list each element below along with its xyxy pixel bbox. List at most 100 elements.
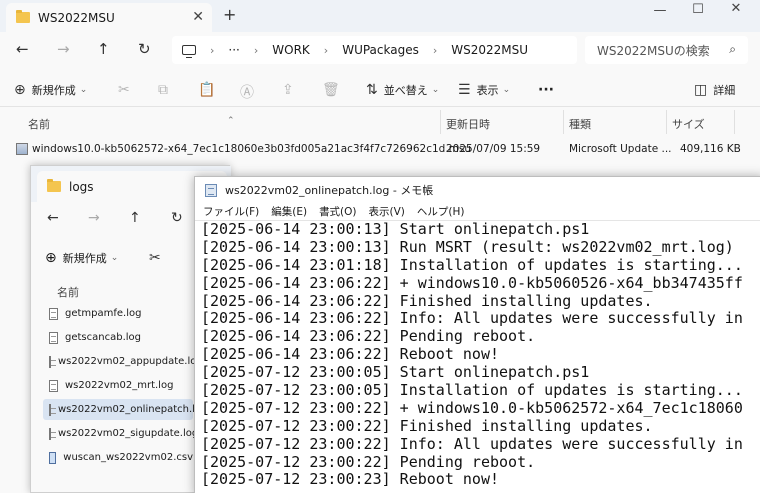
refresh-icon[interactable]: ↻ — [138, 40, 151, 58]
new-button[interactable]: ⊕ 新規作成 ⌄ — [14, 82, 87, 98]
log-line: [2025-06-14 23:06:22] Pending reboot. — [201, 327, 536, 346]
new-button-label: 新規作成 — [31, 84, 76, 97]
cut-icon: ✂ — [149, 250, 161, 266]
log-line: [2025-07-12 23:00:22] Finished installin… — [201, 416, 653, 435]
menu-file[interactable]: ファイル(F) — [203, 204, 259, 219]
list-item[interactable]: ws2022vm02_sigupdate.log — [43, 423, 198, 444]
forward-icon[interactable]: → — [57, 40, 70, 58]
more-button[interactable]: ··· — [538, 82, 554, 98]
up-icon[interactable]: ↑ — [129, 210, 141, 226]
breadcrumb-more[interactable]: ··· — [228, 43, 239, 57]
new-tab-icon[interactable]: + — [223, 5, 236, 24]
list-item-label: getscancab.log — [65, 332, 141, 343]
list-item-label: ws2022vm02_onlinepatch.log — [58, 404, 208, 415]
tab-close-icon[interactable]: ✕ — [192, 9, 204, 25]
cut-button[interactable]: ✂ — [118, 82, 136, 98]
column-name[interactable]: 名前 — [28, 116, 50, 132]
list-item[interactable]: getscancab.log — [43, 327, 193, 348]
view-button[interactable]: ☰ 表示 ⌄ — [458, 82, 510, 98]
column-divider[interactable] — [563, 110, 564, 134]
sort-button[interactable]: ⇅ 並べ替え ⌄ — [366, 82, 439, 98]
log-line: [2025-06-14 23:01:18] Installation of up… — [201, 255, 743, 274]
list-item-label: ws2022vm02_mrt.log — [65, 380, 174, 391]
search-input[interactable]: WS2022MSUの検索 ⌕ — [585, 36, 748, 64]
share-icon: ⇪ — [282, 82, 294, 98]
menu-format[interactable]: 書式(O) — [319, 204, 356, 219]
details-button[interactable]: ◫ 詳細 — [694, 82, 735, 98]
column-divider[interactable] — [734, 110, 735, 134]
rename-button[interactable]: Ⓐ — [240, 82, 260, 102]
column-divider[interactable] — [666, 110, 667, 134]
minimize-icon[interactable]: — — [640, 3, 680, 19]
back-icon[interactable]: ← — [47, 210, 59, 226]
notepad-text-area[interactable]: [2025-06-14 23:00:13] Start onlinepatch.… — [201, 221, 760, 493]
column-type[interactable]: 種類 — [569, 116, 591, 132]
logs-new-button[interactable]: ⊕ 新規作成 ⌄ — [45, 250, 118, 266]
breadcrumb-ws2022msu[interactable]: WS2022MSU — [451, 43, 528, 57]
log-line: [2025-06-14 23:00:13] Start onlinepatch.… — [201, 221, 590, 238]
column-date[interactable]: 更新日時 — [446, 116, 490, 132]
copy-button[interactable]: ⧉ — [158, 82, 174, 98]
more-button-label: ··· — [538, 82, 554, 98]
trash-icon: 🗑 — [322, 82, 340, 98]
column-header: ⌃ 名前 更新日時 種類 サイズ — [0, 110, 760, 134]
notepad-titlebar[interactable]: ws2022vm02_onlinepatch.log - メモ帳 — [195, 177, 760, 203]
breadcrumb-work[interactable]: WORK — [272, 43, 310, 57]
logs-cut-button[interactable]: ✂ — [149, 250, 161, 266]
folder-icon — [16, 10, 30, 23]
list-item[interactable]: ws2022vm02_appupdate.log — [43, 351, 203, 372]
list-item-label: wuscan_ws2022vm02.csv — [63, 452, 193, 463]
log-line: [2025-06-14 23:06:22] Reboot now! — [201, 345, 500, 364]
plus-circle-icon: ⊕ — [14, 82, 26, 98]
log-file-icon — [49, 355, 56, 368]
msu-file-icon — [16, 143, 28, 155]
view-list-icon: ☰ — [458, 82, 471, 98]
maximize-icon[interactable]: ☐ — [678, 2, 718, 18]
list-item[interactable]: ws2022vm02_onlinepatch.log — [43, 399, 207, 420]
csv-file-icon — [49, 451, 57, 464]
log-file-icon — [49, 331, 58, 344]
sort-button-label: 並べ替え — [383, 84, 428, 97]
address-row: ← → ↑ ↻ › ··· › WORK › WUPackages › WS20… — [0, 32, 760, 68]
log-file-icon — [49, 427, 56, 440]
menu-help[interactable]: ヘルプ(H) — [417, 204, 465, 219]
chevron-down-icon: ⌄ — [431, 85, 440, 95]
logs-new-label: 新規作成 — [62, 252, 107, 265]
list-item[interactable]: ws2022vm02_mrt.log — [43, 375, 193, 396]
log-line: [2025-06-14 23:00:13] Run MSRT (result: … — [201, 237, 734, 256]
log-line: [2025-06-14 23:06:22] Finished installin… — [201, 291, 653, 310]
close-window-icon[interactable]: ✕ — [716, 1, 756, 17]
column-size[interactable]: サイズ — [672, 116, 705, 132]
list-item[interactable]: getmpamfe.log — [43, 303, 193, 324]
log-file-icon — [49, 379, 58, 392]
breadcrumb-wupackages[interactable]: WUPackages — [342, 43, 419, 57]
log-line: [2025-07-12 23:00:05] Start onlinepatch.… — [201, 363, 590, 382]
table-row[interactable]: windows10.0-kb5062572-x64_7ec1c18060e3b0… — [12, 138, 746, 160]
share-button[interactable]: ⇪ — [282, 82, 300, 98]
delete-button[interactable]: 🗑 — [322, 82, 346, 98]
chevron-right-icon: › — [253, 43, 259, 57]
menu-edit[interactable]: 編集(E) — [271, 204, 307, 219]
column-divider[interactable] — [440, 110, 441, 134]
up-icon[interactable]: ↑ — [97, 40, 110, 58]
tab-ws2022msu[interactable]: WS2022MSU ✕ — [6, 3, 212, 32]
list-item-label: getmpamfe.log — [65, 308, 142, 319]
forward-icon[interactable]: → — [88, 210, 100, 226]
chevron-right-icon: › — [210, 43, 215, 57]
menu-view[interactable]: 表示(V) — [369, 204, 405, 219]
notepad-title: ws2022vm02_onlinepatch.log - メモ帳 — [225, 184, 434, 197]
file-date: 2025/07/09 15:59 — [446, 143, 541, 155]
address-bar[interactable]: › ··· › WORK › WUPackages › WS2022MSU — [172, 36, 577, 64]
details-pane-icon: ◫ — [694, 82, 708, 98]
search-placeholder: WS2022MSUの検索 — [597, 43, 710, 58]
paste-button[interactable]: 📋 — [198, 82, 221, 98]
file-name: windows10.0-kb5062572-x64_7ec1c18060e3b0… — [32, 143, 472, 155]
notepad-icon — [205, 183, 217, 197]
plus-circle-icon: ⊕ — [45, 250, 57, 266]
back-icon[interactable]: ← — [16, 40, 29, 58]
sort-caret-icon: ⌃ — [227, 116, 235, 126]
chevron-right-icon: › — [323, 43, 329, 57]
list-item[interactable]: wuscan_ws2022vm02.csv — [43, 447, 193, 468]
logs-column-name[interactable]: 名前 — [57, 284, 79, 300]
refresh-icon[interactable]: ↻ — [171, 210, 183, 226]
